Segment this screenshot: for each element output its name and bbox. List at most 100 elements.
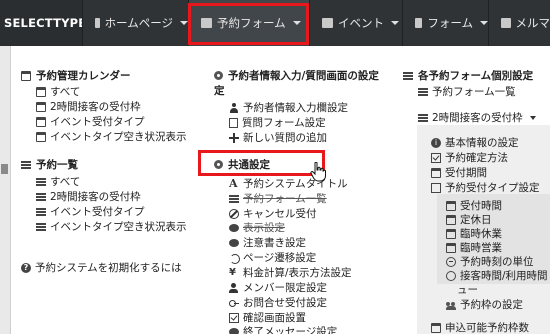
individual-settings-heading-label: 各予約フォーム個別設定 xyxy=(418,70,534,82)
sub-item-menu-cont: ュー xyxy=(457,282,478,297)
input-settings-heading-label: 予約者情報入力/質問画面の設定 xyxy=(228,70,379,82)
list-item-all[interactable]: すべて xyxy=(36,174,80,189)
calendar-item-event-type[interactable]: イベント受付タイプ xyxy=(36,114,145,129)
background-page xyxy=(0,46,10,334)
form-item-reception-type[interactable]: 予約受付タイプ設定 xyxy=(431,180,540,195)
calendar-icon xyxy=(431,167,441,178)
link-label: 2時間接客の受付枠 xyxy=(432,112,523,124)
sub-item-holiday[interactable]: 定休日 xyxy=(446,212,492,227)
nav-mailmagazine-label: メルマ xyxy=(515,16,550,30)
common-item-form-list[interactable]: 予約フォーム一覧 xyxy=(229,191,327,206)
link-label: 受付時間 xyxy=(460,200,502,212)
link-label: 表示設定 xyxy=(243,222,285,234)
link-label: イベント受付タイプ xyxy=(50,116,145,128)
key-icon xyxy=(229,298,239,308)
common-item-cancel[interactable]: キャンセル受付 xyxy=(229,206,317,221)
font-icon: A xyxy=(229,176,238,190)
common-item-display[interactable]: 表示設定 xyxy=(229,220,285,235)
link-label: キャンセル受付 xyxy=(243,208,317,220)
link-label: 定休日 xyxy=(460,214,492,226)
sub-item-time-unit[interactable]: 予約時刻の単位 xyxy=(446,254,534,269)
nav-mailmagazine[interactable]: メルマ xyxy=(488,0,550,46)
calendar-item-all[interactable]: すべて xyxy=(36,84,80,99)
sub-item-temp-open[interactable]: 臨時営業 xyxy=(446,240,502,255)
minus-circle-icon xyxy=(446,256,456,267)
calendar-icon xyxy=(36,131,46,142)
calendar-item-event-availability[interactable]: イベントタイプ空き状況表示 xyxy=(36,129,187,144)
sub-item-service-time[interactable]: 接客時間/利用時間 xyxy=(446,268,548,283)
common-item-end-message[interactable]: 終了メッセージ設定 xyxy=(229,324,337,334)
calendar-icon xyxy=(36,86,46,97)
reset-system-link[interactable]: ? 予約システムを初期化するには xyxy=(21,260,182,275)
link-label: 臨時休業 xyxy=(460,228,502,240)
input-item-question-form[interactable]: 質問フォーム設定 xyxy=(229,115,326,130)
file-icon xyxy=(95,18,100,28)
caret-down-icon xyxy=(180,21,188,25)
link-label: 予約フォーム一覧 xyxy=(432,86,516,98)
share-icon xyxy=(229,253,240,264)
common-item-member-only[interactable]: メンバー限定設定 xyxy=(229,280,327,295)
brand-logo[interactable]: SELECTTYPE xyxy=(0,0,82,46)
form-item-confirm-method[interactable]: 予約確定方法 xyxy=(431,150,508,165)
input-settings-heading: 予約者情報入力/質問画面の設定 xyxy=(214,68,379,83)
list-icon xyxy=(21,160,31,170)
input-item-add-question[interactable]: 新しい質問の追加 xyxy=(229,130,327,145)
link-label: 2時間接客の受付枠 xyxy=(50,191,141,203)
calendar-icon xyxy=(446,214,456,225)
link-label: 料金計算/表示方法設定 xyxy=(243,267,352,279)
link-label: 予約枠の設定 xyxy=(460,299,523,311)
sub-item-temp-closed[interactable]: 臨時休業 xyxy=(446,226,502,241)
form-item-slot-count[interactable]: 申込可能予約枠数 xyxy=(431,320,529,334)
calendar-icon xyxy=(36,101,46,112)
link-label: お問合せ受付設定 xyxy=(243,297,327,309)
link-label: ュー xyxy=(457,284,478,296)
individual-settings-heading: 各予約フォーム個別設定 xyxy=(403,68,533,83)
list-icon xyxy=(36,222,46,232)
selected-form-select[interactable]: 2時間接客の受付枠 xyxy=(418,110,536,125)
link-label: 受付期間 xyxy=(445,167,487,179)
users-icon xyxy=(446,300,456,310)
link-label: 予約確定方法 xyxy=(445,152,508,164)
calendar-icon xyxy=(446,242,456,253)
check-icon xyxy=(431,152,441,163)
calendar-icon xyxy=(21,70,31,81)
nav-homepage[interactable]: ホームページ xyxy=(82,0,188,46)
caret-down-icon xyxy=(391,21,399,25)
sub-item-hours[interactable]: 受付時間 xyxy=(446,198,502,213)
common-item-pricing[interactable]: ¥ 料金計算/表示方法設定 xyxy=(229,265,352,280)
common-item-inquiry[interactable]: お問合せ受付設定 xyxy=(229,295,327,310)
link-label: 予約フォーム一覧 xyxy=(243,193,327,205)
link-label: 2時間接客の受付枠 xyxy=(50,101,141,113)
link-label: すべて xyxy=(50,176,81,188)
cancel-highlight-box xyxy=(198,150,325,176)
link-label: イベントタイプ空き状況表示 xyxy=(50,221,187,233)
form-item-period[interactable]: 受付期間 xyxy=(431,165,487,180)
form-list-link[interactable]: 予約フォーム一覧 xyxy=(418,84,516,99)
link-label: ページ遷移設定 xyxy=(243,252,317,264)
link-label: 予約システムを初期化するには xyxy=(35,262,182,274)
list-item-event-type[interactable]: イベント受付タイプ xyxy=(36,204,145,219)
common-item-notes[interactable]: 注意書き設定 xyxy=(229,235,306,250)
list-icon xyxy=(418,87,428,97)
list-item-2h[interactable]: 2時間接客の受付枠 xyxy=(36,189,141,204)
link-label: 予約受付タイプ設定 xyxy=(445,182,540,194)
nav-event[interactable]: イベント xyxy=(309,0,402,46)
link-label: 予約者情報入力欄設定 xyxy=(243,102,348,114)
comment-icon xyxy=(229,327,239,334)
nav-form[interactable]: フォーム xyxy=(402,0,488,46)
nav-event-label: イベント xyxy=(338,16,384,30)
nav-form-label: フォーム xyxy=(427,16,473,30)
sub-item-slot-settings[interactable]: 予約枠の設定 xyxy=(446,297,523,312)
link-label: 確認画面設置 xyxy=(243,312,306,324)
calendar-icon xyxy=(1,164,8,174)
form-item-basic[interactable]: i 基本情報の設定 xyxy=(431,135,519,150)
link-label: すべて xyxy=(50,86,81,98)
common-item-title[interactable]: A 予約システムタイトル xyxy=(229,176,348,191)
caret-down-icon xyxy=(529,115,536,120)
common-item-confirm-screen[interactable]: 確認画面設置 xyxy=(229,310,306,325)
common-item-page-transition[interactable]: ページ遷移設定 xyxy=(229,250,316,265)
calendar-item-2h[interactable]: 2時間接客の受付枠 xyxy=(36,99,141,114)
list-item-event-availability[interactable]: イベントタイプ空き状況表示 xyxy=(36,219,187,234)
question-icon: ? xyxy=(21,262,31,273)
input-item-user-info[interactable]: 予約者情報入力欄設定 xyxy=(229,100,348,115)
